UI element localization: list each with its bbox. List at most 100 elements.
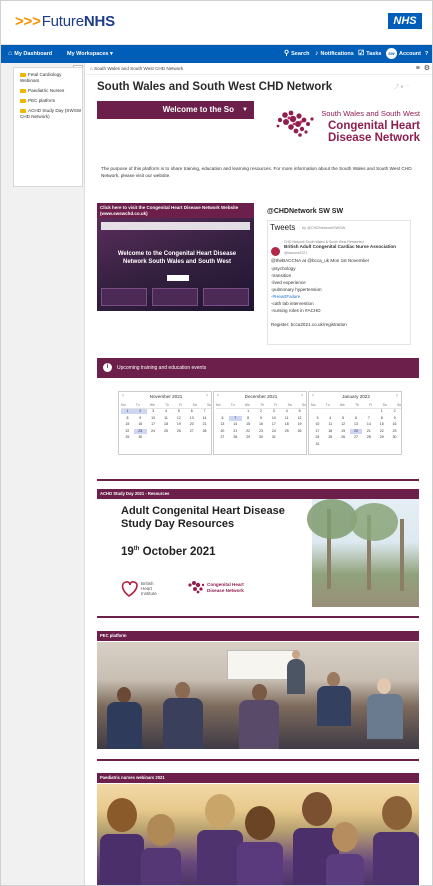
calendar-day[interactable]: 18 (160, 422, 173, 427)
calendar-day[interactable]: 5 (293, 409, 306, 414)
nav-workspaces[interactable]: My Workspaces ▾ (67, 45, 113, 63)
calendar-day[interactable]: 1 (121, 409, 134, 414)
chevron-left-icon[interactable]: ‹ (217, 393, 219, 399)
calendar-day[interactable]: 26 (293, 429, 306, 434)
pec-header[interactable]: PEC platform (97, 631, 419, 641)
calendar-day[interactable]: 8 (121, 416, 134, 421)
calendar-day[interactable]: 15 (242, 422, 255, 427)
promo-header[interactable]: Click here to visit the Congenital Heart… (97, 203, 254, 218)
calendar-day[interactable]: 14 (198, 416, 211, 421)
nav-account[interactable]: SW Account (386, 45, 421, 63)
nav-dashboard[interactable]: ⌂ My Dashboard (8, 45, 52, 63)
sidebar-item-pec-platform[interactable]: PEC platform (20, 98, 82, 104)
calendar-day[interactable]: 25 (324, 435, 337, 440)
calendar-day[interactable]: 21 (362, 429, 375, 434)
calendar-day[interactable]: 30 (388, 435, 401, 440)
calendar-day[interactable]: 30 (134, 435, 147, 440)
calendar-day[interactable]: 20 (216, 429, 229, 434)
calendar-day[interactable]: 27 (185, 429, 198, 434)
calendar-day[interactable]: 13 (216, 422, 229, 427)
calendar-day[interactable]: 29 (121, 435, 134, 440)
calendar-day[interactable]: 5 (172, 409, 185, 414)
calendar-day[interactable]: 6 (185, 409, 198, 414)
calendar-day[interactable]: 8 (375, 416, 388, 421)
calendar-day[interactable]: 27 (216, 435, 229, 440)
futurenhs-logo[interactable]: >>>FutureNHS (15, 13, 115, 30)
calendar-day[interactable]: 28 (362, 435, 375, 440)
calendar-day[interactable]: 13 (350, 422, 363, 427)
calendar-day[interactable]: 22 (121, 429, 134, 434)
calendar-day[interactable]: 11 (160, 416, 173, 421)
calendar-day[interactable]: 17 (311, 429, 324, 434)
calendar-day[interactable]: 27 (350, 435, 363, 440)
chevron-right-icon[interactable]: › (206, 393, 208, 399)
website-promo[interactable]: Click here to visit the Congenital Heart… (97, 203, 254, 311)
calendar-day[interactable]: 12 (172, 416, 185, 421)
calendar-day[interactable]: 23 (388, 429, 401, 434)
calendar-day[interactable]: 7 (228, 415, 242, 421)
help-icon[interactable]: ? (425, 45, 428, 63)
calendar-day[interactable]: 2 (133, 409, 147, 414)
sidebar-item-paediatric-nurses[interactable]: Paediatric Nurses (20, 88, 82, 94)
calendar-day[interactable]: 10 (311, 422, 324, 427)
calendar-day[interactable]: 10 (147, 416, 160, 421)
calendar-day[interactable]: 19 (337, 429, 350, 434)
follow-icon[interactable]: ● (400, 84, 403, 90)
calendar-day[interactable]: 9 (134, 416, 147, 421)
calendar-day[interactable]: 6 (216, 416, 229, 421)
calendar-day[interactable]: 23 (255, 429, 268, 434)
calendar-day[interactable]: 25 (280, 429, 293, 434)
tweet-line[interactable]: Register: bcca2021.co.uk/registration (271, 322, 347, 328)
menu-icon[interactable]: ≡ (416, 65, 420, 72)
calendar-day[interactable]: 20 (185, 422, 198, 427)
welcome-dropdown[interactable]: Welcome to the So ▼ (97, 101, 254, 119)
calendar-day[interactable]: 8 (242, 416, 255, 421)
calendar-day[interactable]: 3 (147, 409, 160, 414)
nav-search[interactable]: ⚲ Search (284, 45, 310, 63)
calendar-day[interactable]: 24 (147, 429, 160, 434)
calendar-day[interactable]: 11 (280, 416, 293, 421)
calendar-day[interactable]: 23 (133, 428, 147, 434)
calendar-day[interactable]: 29 (242, 435, 255, 440)
pec-photo[interactable] (97, 642, 419, 749)
calendar-day[interactable]: 4 (280, 409, 293, 414)
calendar-day[interactable]: 12 (337, 422, 350, 427)
calendar-day[interactable]: 31 (267, 435, 280, 440)
settings-icon[interactable]: ⚙ (424, 65, 430, 72)
calendar-day[interactable]: 24 (267, 429, 280, 434)
breadcrumb-item[interactable]: South Wales and South West CHD Network (94, 66, 183, 71)
calendar-day[interactable]: 14 (362, 422, 375, 427)
tweet-line[interactable]: -#HeartFailure (271, 294, 300, 300)
calendar-day[interactable]: 31 (311, 442, 324, 447)
calendar-day[interactable]: 17 (267, 422, 280, 427)
calendar-day[interactable]: 20 (349, 428, 363, 434)
calendar-day[interactable]: 19 (172, 422, 185, 427)
calendar-day[interactable]: 4 (324, 416, 337, 421)
calendar-day[interactable]: 15 (375, 422, 388, 427)
calendar-day[interactable]: 22 (375, 429, 388, 434)
calendar-day[interactable]: 30 (255, 435, 268, 440)
sidebar-item-achd-study-day[interactable]: ACHD Study Day (SWSW CHD Network) (20, 108, 82, 119)
chevron-left-icon[interactable]: ‹ (122, 393, 124, 399)
sidebar-item-fetal-cardiology[interactable]: Fetal Cardiology Webinars (20, 72, 82, 83)
tweet-avatar[interactable] (271, 247, 280, 256)
calendar-day[interactable]: 19 (293, 422, 306, 427)
calendar-day[interactable]: 3 (311, 416, 324, 421)
nurses-header[interactable]: Paediatric nurses webinars 2021 (97, 773, 419, 783)
chevron-right-icon[interactable]: › (301, 393, 303, 399)
calendar-day[interactable]: 21 (198, 422, 211, 427)
more-icon[interactable]: ⋯ (405, 84, 410, 90)
calendar-day[interactable]: 1 (375, 409, 388, 414)
nav-notifications[interactable]: ♪ Notifications (315, 45, 354, 63)
calendar-day[interactable]: 18 (324, 429, 337, 434)
calendar-day[interactable]: 26 (172, 429, 185, 434)
calendar-day[interactable]: 3 (267, 409, 280, 414)
calendar-day[interactable]: 16 (388, 422, 401, 427)
chevron-right-icon[interactable]: › (396, 393, 398, 399)
share-icon[interactable]: ⤴ (394, 84, 399, 90)
calendar-day[interactable]: 10 (267, 416, 280, 421)
calendar-day[interactable]: 28 (229, 435, 242, 440)
calendar-day[interactable]: 24 (311, 435, 324, 440)
chevron-left-icon[interactable]: ‹ (312, 393, 314, 399)
calendar-day[interactable]: 16 (255, 422, 268, 427)
